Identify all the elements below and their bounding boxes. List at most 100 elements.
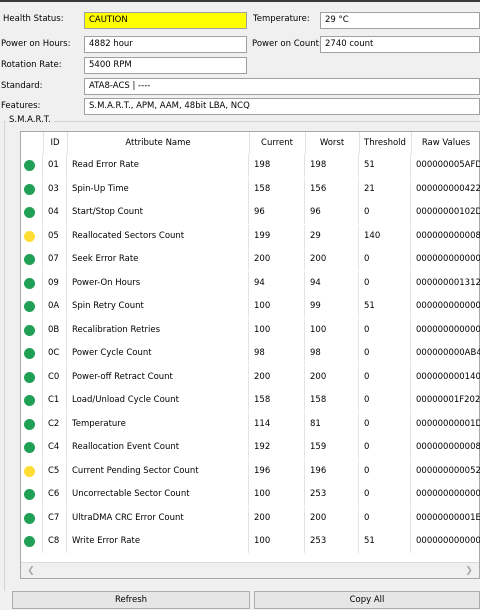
scroll-right-icon[interactable]: ❯ [461, 563, 477, 579]
table-row[interactable]: 0A Spin Retry Count 100 99 51 000000000000 [21, 295, 480, 318]
cell-raw-values: 00000000001E [416, 512, 480, 523]
cell-status [21, 412, 43, 436]
column-header-threshold[interactable]: Threshold [359, 132, 412, 154]
cell-attribute-name: UltraDMA CRC Error Count [67, 506, 249, 530]
table-row[interactable]: 0C Power Cycle Count 98 98 0 000000000AB4 [21, 342, 480, 365]
standard-label: Standard: [1, 81, 43, 91]
column-header-current[interactable]: Current [249, 132, 306, 154]
standard-field: ATA8-ACS | ---- [84, 78, 480, 95]
cell-status [21, 177, 43, 201]
cell-threshold: 0 [359, 248, 411, 271]
cell-raw-values: 000000000AB4 [416, 348, 480, 358]
cell-id: 03 [43, 177, 67, 201]
cell-attribute-name: Power Cycle Count [67, 342, 249, 365]
column-header-worst[interactable]: Worst [305, 132, 360, 154]
cell-status [21, 201, 43, 224]
cell-raw-values: 00000000102D [416, 207, 480, 217]
table-row[interactable]: 03 Spin-Up Time 158 156 21 000000000422 [21, 177, 480, 201]
cell-current: 94 [249, 271, 305, 295]
cell-current: 198 [249, 154, 305, 177]
table-row[interactable]: C1 Load/Unload Cycle Count 158 158 0 00000001… [21, 389, 480, 412]
cell-current: 100 [249, 318, 305, 342]
table-row[interactable]: 07 Seek Error Rate 200 200 0 000000000000 [21, 248, 480, 271]
status-good-icon [24, 442, 35, 453]
cell-raw-values: 00000001F202 [416, 395, 480, 405]
cell-current: 114 [249, 412, 305, 436]
cell-id: 01 [43, 154, 67, 177]
cell-worst: 198 [305, 154, 359, 177]
rotation-rate-field: 5400 RPM [84, 57, 247, 74]
status-good-icon [24, 254, 35, 265]
cell-threshold: 0 [359, 271, 411, 295]
cell-worst: 99 [305, 295, 359, 318]
horizontal-scrollbar[interactable]: ❮ ❯ [21, 562, 479, 578]
table-header: ID Attribute Name Current Worst Threshol… [21, 132, 479, 154]
refresh-button[interactable]: Refresh [12, 591, 250, 609]
cell-id: C8 [43, 530, 67, 553]
table-row[interactable]: 05 Reallocated Sectors Count 199 29 140 00000… [21, 224, 480, 248]
cell-status [21, 365, 43, 389]
cell-threshold: 0 [359, 412, 411, 436]
cell-threshold: 51 [359, 154, 411, 177]
cell-threshold: 0 [359, 506, 411, 530]
features-field: S.M.A.R.T., APM, AAM, 48bit LBA, NCQ [84, 98, 480, 115]
table-row[interactable]: 04 Start/Stop Count 96 96 0 00000000102D [21, 201, 480, 224]
table-row[interactable]: C4 Reallocation Event Count 192 159 0 0000000… [21, 436, 480, 459]
cell-threshold: 0 [359, 201, 411, 224]
cell-worst: 253 [305, 483, 359, 506]
cell-threshold: 0 [359, 365, 411, 389]
status-good-icon [24, 489, 35, 500]
cell-raw-values: 000000000000 [416, 301, 480, 311]
cell-status [21, 248, 43, 271]
cell-worst: 159 [305, 436, 359, 459]
rotation-rate-label: Rotation Rate: [1, 60, 62, 70]
cell-id: C5 [43, 459, 67, 483]
cell-current: 96 [249, 201, 305, 224]
cell-worst: 200 [305, 248, 359, 271]
table-row[interactable]: C0 Power-off Retract Count 200 200 0 00000000… [21, 365, 480, 389]
cell-threshold: 140 [359, 224, 411, 248]
cell-status [21, 506, 43, 530]
status-good-icon [24, 183, 35, 195]
cell-id: C6 [43, 483, 67, 506]
column-header-id[interactable]: ID [43, 132, 68, 154]
status-good-icon [24, 301, 35, 312]
cell-status [21, 295, 43, 318]
cell-worst: 196 [305, 459, 359, 483]
table-row[interactable]: C6 Uncorrectable Sector Count 100 253 0 00000… [21, 483, 480, 506]
cell-worst: 100 [305, 318, 359, 342]
smart-table[interactable]: ID Attribute Name Current Worst Threshol… [20, 131, 480, 579]
cell-current: 196 [249, 459, 305, 483]
cell-threshold: 51 [359, 530, 411, 553]
cell-attribute-name: Current Pending Sector Count [67, 459, 249, 483]
health-status-field: CAUTION [84, 12, 247, 29]
power-on-count-field: 2740 count [320, 36, 480, 53]
table-row[interactable]: C2 Temperature 114 81 0 00000000001D [21, 412, 480, 436]
cell-worst: 253 [305, 530, 359, 553]
cell-worst: 94 [305, 271, 359, 295]
cell-current: 192 [249, 436, 305, 459]
cell-raw-values: 000000000140 [416, 371, 480, 382]
column-header-raw-values[interactable]: Raw Values [411, 132, 480, 154]
cell-id: C0 [43, 365, 67, 389]
column-header-attribute-name[interactable]: Attribute Name [67, 132, 250, 154]
cell-raw-values: 000000000052 [416, 465, 480, 476]
cell-raw-values: 000000005AFD [416, 160, 480, 170]
copy-all-button[interactable]: Copy All [254, 591, 480, 609]
cell-id: 0A [43, 295, 67, 318]
table-row[interactable]: C8 Write Error Rate 100 253 51 000000000000 [21, 530, 480, 553]
cell-current: 200 [249, 248, 305, 271]
cell-worst: 200 [305, 506, 359, 530]
cell-status [21, 436, 43, 459]
table-row[interactable]: 0B Recalibration Retries 100 100 0 0000000000… [21, 318, 480, 342]
table-row[interactable]: 09 Power-On Hours 94 94 0 000000001312 [21, 271, 480, 295]
cell-attribute-name: Power-On Hours [67, 271, 249, 295]
table-row[interactable]: C7 UltraDMA CRC Error Count 200 200 0 0000000… [21, 506, 480, 530]
table-row[interactable]: 01 Read Error Rate 198 198 51 000000005AFD [21, 154, 480, 177]
cell-worst: 96 [305, 201, 359, 224]
cell-current: 98 [249, 342, 305, 365]
cell-threshold: 0 [359, 318, 411, 342]
status-good-icon [24, 324, 35, 336]
scroll-left-icon[interactable]: ❮ [23, 563, 39, 579]
table-row[interactable]: C5 Current Pending Sector Count 196 196 0 000… [21, 459, 480, 483]
